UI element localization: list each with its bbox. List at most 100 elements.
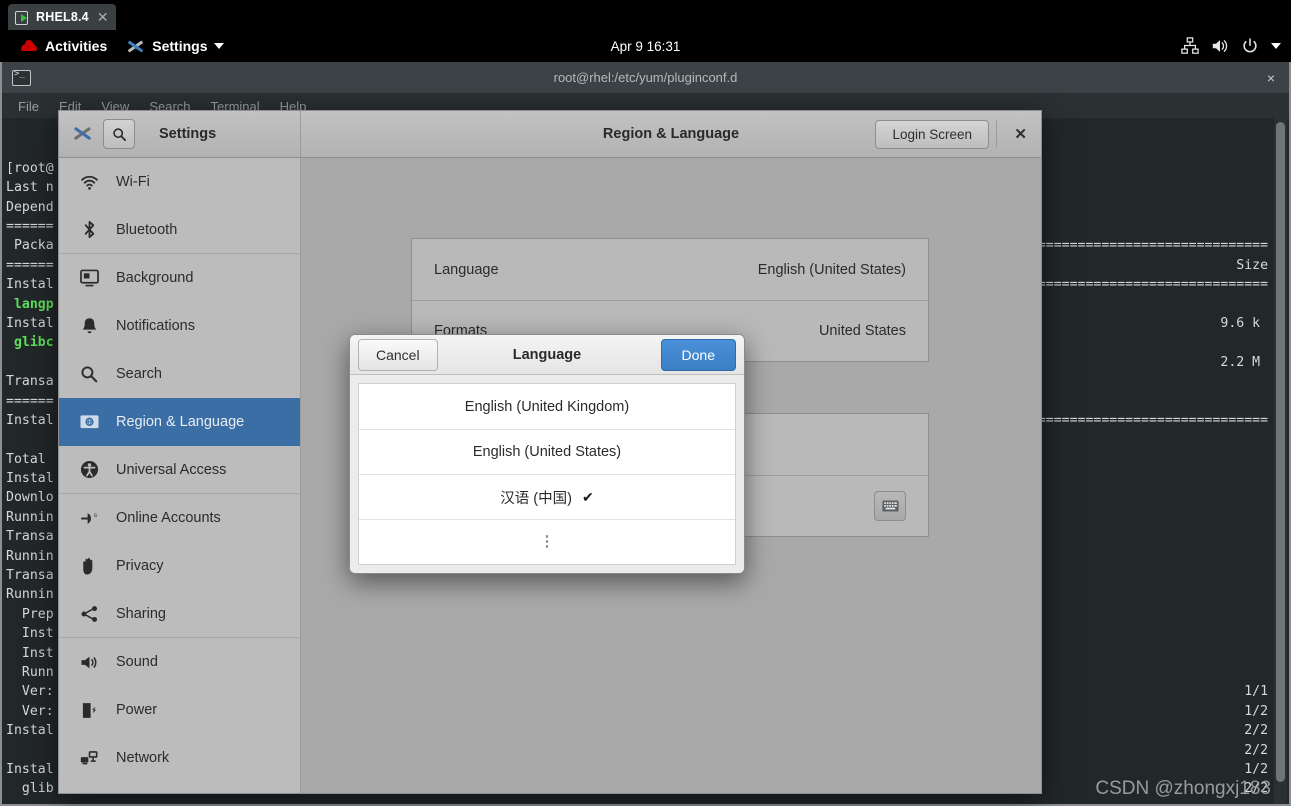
sidebar-item-label: Online Accounts (116, 510, 221, 526)
network-wired-icon (1181, 37, 1199, 54)
bluetooth-icon (79, 220, 99, 240)
vm-tab-label: RHEL8.4 (36, 10, 89, 24)
tools-icon (127, 39, 145, 54)
share-icon (79, 604, 99, 624)
terminal-scrollbar[interactable] (1274, 118, 1287, 804)
keyboard-icon (881, 500, 899, 512)
language-option-label: English (United Kingdom) (464, 398, 630, 415)
close-icon[interactable]: × (1267, 70, 1275, 86)
region-language-icon (79, 412, 99, 432)
sidebar-item-search[interactable]: Search (59, 350, 300, 398)
settings-title: Settings (159, 126, 217, 142)
settings-sidebar-header: Settings (59, 111, 301, 157)
language-option[interactable]: English (United States) (359, 429, 735, 474)
more-vertical-icon: ⋮ (539, 532, 555, 550)
dialog-list-wrapper: English (United Kingdom) English (United … (350, 375, 744, 573)
terminal-line: ================================ (1014, 277, 1269, 293)
sidebar-item-label: Background (116, 270, 194, 286)
sidebar-item-notifications[interactable]: Notifications (59, 302, 300, 350)
search-icon (79, 364, 99, 384)
language-option[interactable]: 汉语 (中国) ✔ (359, 474, 735, 519)
sidebar-item-label: Power (116, 702, 158, 718)
sidebar-item-label: Sound (116, 654, 158, 670)
background-icon (79, 268, 99, 288)
network-icon (79, 748, 99, 768)
language-row-label: Language (434, 261, 499, 278)
hand-privacy-icon (79, 556, 99, 576)
vm-tab-strip: RHEL8.4 ✕ (0, 0, 1291, 30)
terminal-line: Size (1014, 257, 1269, 273)
sidebar-item-label: Sharing (116, 605, 166, 622)
search-button[interactable] (103, 119, 135, 149)
language-option[interactable]: English (United Kingdom) (359, 384, 735, 429)
terminal-line: 2.2 M (1014, 354, 1261, 370)
settings-sidebar: Wi-Fi Bluetooth Background Notifications Sea… (59, 158, 301, 793)
sidebar-item-sound[interactable]: Sound (59, 638, 300, 686)
terminal-title: root@rhel:/etc/yum/pluginconf.d (553, 70, 738, 85)
sidebar-item-label: Search (116, 366, 162, 382)
menu-file[interactable]: File (18, 99, 39, 114)
sidebar-item-online-accounts[interactable]: s Online Accounts (59, 494, 300, 542)
accessibility-icon (79, 460, 99, 480)
vm-screen-icon (15, 10, 30, 25)
topbar-status-area[interactable] (1181, 37, 1281, 55)
row-language[interactable]: Language English (United States) (412, 239, 928, 300)
bell-icon (79, 316, 99, 336)
scrollbar-thumb[interactable] (1276, 122, 1285, 782)
vm-tab-rhel84[interactable]: RHEL8.4 ✕ (8, 4, 116, 30)
terminal-line: 9.6 k (1014, 315, 1261, 331)
language-option-list: English (United Kingdom) English (United … (358, 383, 736, 565)
chevron-down-icon (214, 43, 225, 49)
watermark: CSDN @zhongxj183 (1095, 777, 1271, 799)
sidebar-item-label: Universal Access (116, 461, 227, 478)
check-icon: ✔ (581, 488, 594, 505)
settings-menu-button[interactable]: Settings (117, 34, 234, 58)
redhat-logo-icon (20, 39, 38, 53)
sidebar-item-network[interactable]: Network (59, 734, 300, 782)
terminal-line: ================================ (1014, 238, 1269, 254)
activities-label: Activities (45, 38, 108, 54)
close-icon[interactable]: ✕ (95, 10, 109, 24)
topbar-left-group: Activities Settings (0, 34, 234, 58)
settings-headerbar: Settings Region & Language Login Screen … (59, 111, 1041, 158)
terminal-line: 2/2 (1014, 742, 1269, 758)
sidebar-item-label: Wi-Fi (116, 174, 150, 190)
sidebar-item-label: Region & Language (116, 414, 245, 430)
sidebar-item-label: Notifications (116, 318, 195, 334)
terminal-titlebar: root@rhel:/etc/yum/pluginconf.d × (2, 62, 1289, 94)
sidebar-item-power[interactable]: Power (59, 686, 300, 734)
sidebar-item-wi-fi[interactable]: Wi-Fi (59, 158, 300, 206)
volume-icon (1212, 40, 1228, 52)
cancel-button[interactable]: Cancel (358, 338, 438, 371)
sidebar-item-region-language[interactable]: Region & Language (59, 398, 300, 446)
dialog-headerbar: Cancel Language Done (350, 335, 744, 375)
language-more-options[interactable]: ⋮ (359, 519, 735, 564)
close-icon[interactable]: ✕ (1014, 125, 1027, 143)
settings-menu-label: Settings (152, 38, 208, 54)
sidebar-item-bluetooth[interactable]: Bluetooth (59, 206, 300, 254)
sidebar-item-sharing[interactable]: Sharing (59, 590, 300, 638)
gnome-top-bar: Activities Settings Apr 9 16:31 (0, 30, 1291, 62)
activities-button[interactable]: Activities (10, 34, 117, 58)
language-dialog: Cancel Language Done English (United Kin… (349, 334, 745, 574)
sidebar-item-label: Network (116, 750, 170, 766)
sidebar-item-universal-access[interactable]: Universal Access (59, 446, 300, 494)
chevron-down-icon[interactable] (1271, 43, 1281, 49)
sidebar-item-background[interactable]: Background (59, 254, 300, 302)
login-screen-button[interactable]: Login Screen (875, 119, 989, 149)
done-button[interactable]: Done (660, 338, 736, 371)
keyboard-button[interactable] (874, 491, 906, 521)
sidebar-item-privacy[interactable]: Privacy (59, 542, 300, 590)
